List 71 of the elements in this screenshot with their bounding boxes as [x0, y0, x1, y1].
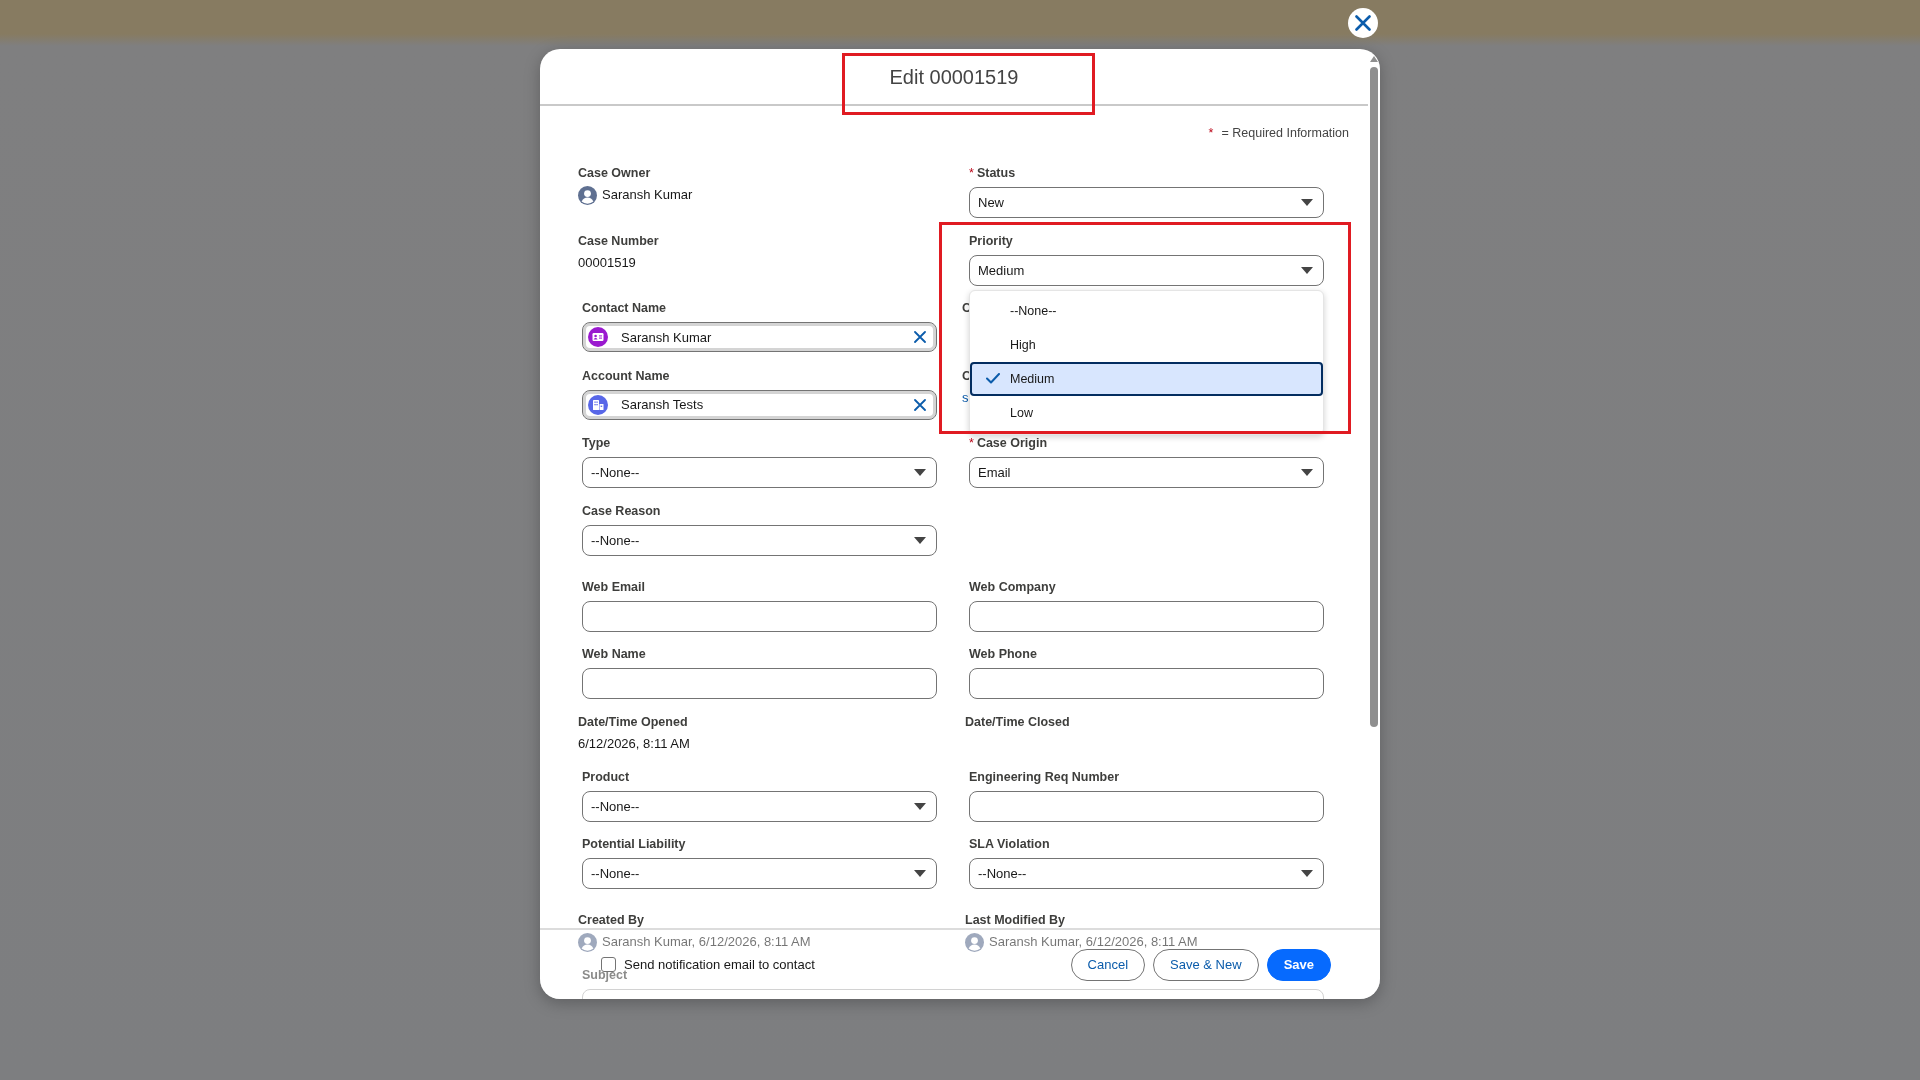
close-icon[interactable] — [914, 331, 926, 343]
close-icon[interactable] — [914, 398, 926, 411]
field-label: Web Email — [582, 578, 645, 596]
footer-button[interactable]: Save — [1266, 948, 1331, 981]
field-label: * Status — [969, 165, 1016, 182]
dropdown-option[interactable]: High — [970, 327, 1323, 362]
lookup-field[interactable]: Saransh Tests — [582, 389, 937, 420]
field-label: Account Name — [582, 367, 670, 385]
field-value: Saransh Kumar, 6/12/2026, 8:11 AM — [989, 933, 1198, 951]
field-label: Potential Liability — [582, 836, 686, 853]
field-label: Case Owner — [578, 165, 651, 182]
close-button[interactable] — [1348, 8, 1378, 38]
select-field[interactable]: --None-- — [582, 524, 937, 556]
field-label: Type — [582, 435, 611, 452]
dropdown-option[interactable]: Low — [970, 395, 1323, 430]
user-avatar-icon — [578, 185, 597, 205]
close-icon — [1355, 15, 1371, 31]
select-field[interactable]: --None-- — [582, 790, 937, 822]
text-input-field[interactable] — [582, 600, 937, 632]
user-avatar-icon — [965, 932, 984, 952]
building-icon — [588, 394, 608, 415]
field-label: Date/Time Opened — [578, 713, 688, 731]
field-label: Web Name — [582, 646, 646, 663]
field-label: Case Number — [578, 232, 659, 250]
scroll-up-arrow-icon[interactable] — [1370, 56, 1378, 62]
field-label: Created By — [578, 912, 644, 929]
field-label: Contact Name — [582, 300, 667, 317]
select-field[interactable]: --None-- — [582, 858, 937, 889]
modal-title: Edit 00001519 — [889, 64, 1019, 90]
caret-down-icon — [1301, 266, 1313, 274]
select-field[interactable]: --None-- — [969, 858, 1324, 889]
record-link[interactable]: s — [962, 387, 969, 408]
select-field[interactable]: Email — [969, 457, 1324, 488]
field-label: Product — [582, 768, 630, 786]
caret-down-icon — [914, 536, 926, 544]
required-note: * = Required Information — [1208, 125, 1349, 141]
field-label: Priority — [969, 232, 1013, 250]
field-value: 6/12/2026, 8:11 AM — [578, 734, 690, 753]
caret-down-icon — [914, 802, 926, 810]
check-icon — [986, 373, 1000, 384]
contact-card-icon — [588, 327, 608, 347]
footer-button[interactable]: Cancel — [1070, 948, 1146, 981]
caret-down-icon — [914, 870, 926, 877]
caret-down-icon — [1301, 870, 1313, 877]
field-label: Case Reason — [582, 502, 661, 520]
caret-down-icon — [1301, 469, 1313, 476]
text-input-field[interactable] — [582, 668, 937, 699]
user-avatar-icon — [578, 932, 597, 952]
dropdown-option[interactable]: Medium — [970, 361, 1323, 396]
lookup-field[interactable]: Saransh Kumar — [582, 322, 937, 352]
caret-down-icon — [1301, 199, 1313, 206]
caret-down-icon — [914, 469, 926, 476]
select-field[interactable]: --None-- — [582, 457, 937, 488]
dropdown-option[interactable]: --None-- — [970, 293, 1323, 328]
select-field[interactable]: New — [969, 187, 1324, 218]
field-label: Engineering Req Number — [969, 768, 1120, 786]
text-input-field[interactable] — [969, 668, 1324, 699]
field-value: 00001519 — [578, 253, 636, 272]
text-input-field[interactable] — [969, 600, 1324, 632]
field-label: Last Modified By — [965, 912, 1065, 929]
field-label: * Case Origin — [969, 435, 1048, 452]
field-label: Date/Time Closed — [965, 713, 1070, 731]
field-label: Web Company — [969, 578, 1056, 596]
field-label: SLA Violation — [969, 836, 1050, 853]
field-value: Saransh Kumar, 6/12/2026, 8:11 AM — [602, 933, 811, 951]
text-input-field[interactable] — [969, 790, 1324, 822]
footer-button[interactable]: Save & New — [1153, 948, 1259, 981]
field-label: Web Phone — [969, 646, 1037, 663]
scrollbar-thumb[interactable] — [1370, 67, 1378, 727]
field-value: Saransh Kumar — [602, 186, 693, 204]
select-field[interactable]: Medium — [969, 254, 1324, 286]
